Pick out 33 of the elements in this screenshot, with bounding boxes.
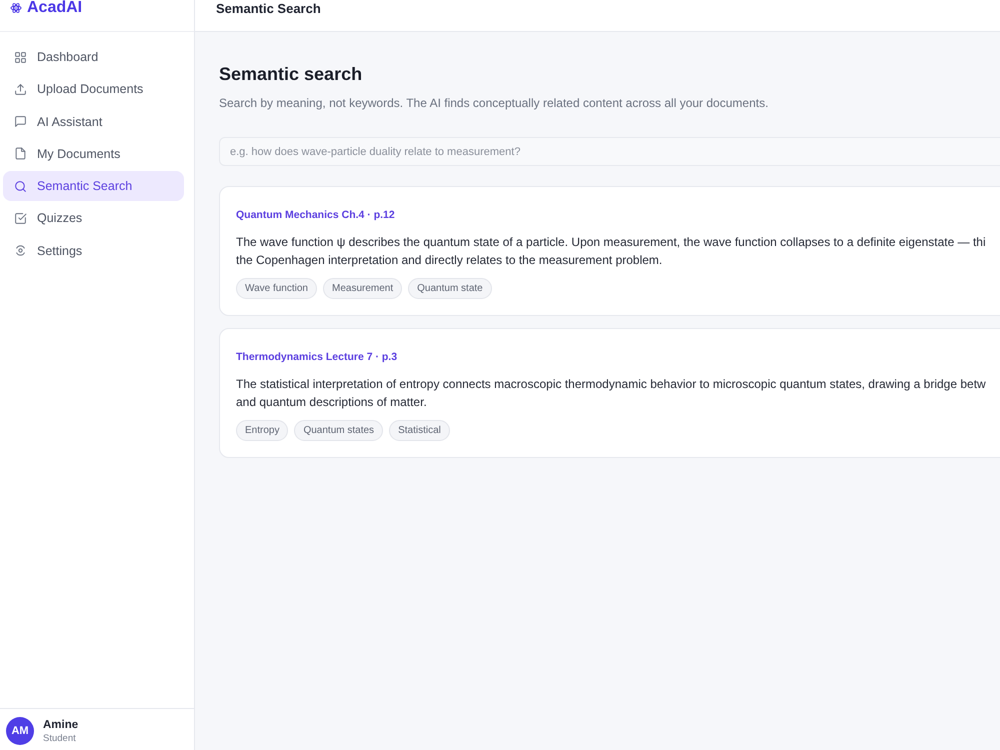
section-description: Search by meaning, not keywords. The AI finds conceptually related content across all your documents. xyxy=(219,95,768,111)
app-name: AcadAI xyxy=(27,0,82,15)
file-icon xyxy=(14,147,27,160)
checkbox-icon xyxy=(14,212,27,225)
search-field[interactable]: e.g. how does wave-particle duality relate to measurement? xyxy=(219,137,1000,166)
tag-chip: Wave function xyxy=(236,278,317,299)
tag-chip: Statistical xyxy=(389,420,450,441)
nav-item[interactable]: Dashboard xyxy=(3,42,184,72)
nav-item[interactable]: My Documents xyxy=(3,138,184,169)
user-role: Student xyxy=(43,732,77,744)
page-title: Semantic Search xyxy=(216,2,321,15)
atom-icon xyxy=(10,2,22,14)
avatar-circle: AM xyxy=(6,717,34,745)
nav-item[interactable]: Upload Documents xyxy=(3,74,184,104)
circle-arcs-icon xyxy=(14,244,27,258)
nav-item[interactable]: Semantic Search xyxy=(3,171,184,202)
nav-item[interactable]: Quizzes xyxy=(3,203,184,234)
chat-bubble-icon xyxy=(14,115,27,128)
grid-icon xyxy=(14,50,27,64)
user-name: Amine xyxy=(43,718,78,732)
result-source: Quantum Mechanics Ch.4 · p.12 xyxy=(236,208,395,223)
search-icon xyxy=(14,180,27,193)
result-snippet: The statistical interpretation of entropy connects macroscopic thermodynamic behavior to microscopic quantum states, drawing a bridge betw and quantum descriptions of matter. xyxy=(236,376,987,411)
tag-chip: Quantum state xyxy=(408,278,492,299)
tag-chip: Entropy xyxy=(236,420,288,441)
result-snippet: The wave function ψ describes the quantum state of a particle. Upon measurement, the wave function collapses to a definite eigenstate — thi the Copenhagen interpretation and directly relates to the measurement problem. xyxy=(236,234,987,269)
nav-item[interactable]: Settings xyxy=(3,236,184,266)
result-source: Thermodynamics Lecture 7 · p.3 xyxy=(236,350,398,365)
tag-chip: Measurement xyxy=(323,278,402,299)
tag-chip: Quantum states xyxy=(294,420,384,441)
nav-item[interactable]: AI Assistant xyxy=(3,106,184,137)
upload-icon xyxy=(14,82,27,96)
section-heading: Semantic search xyxy=(219,63,362,85)
